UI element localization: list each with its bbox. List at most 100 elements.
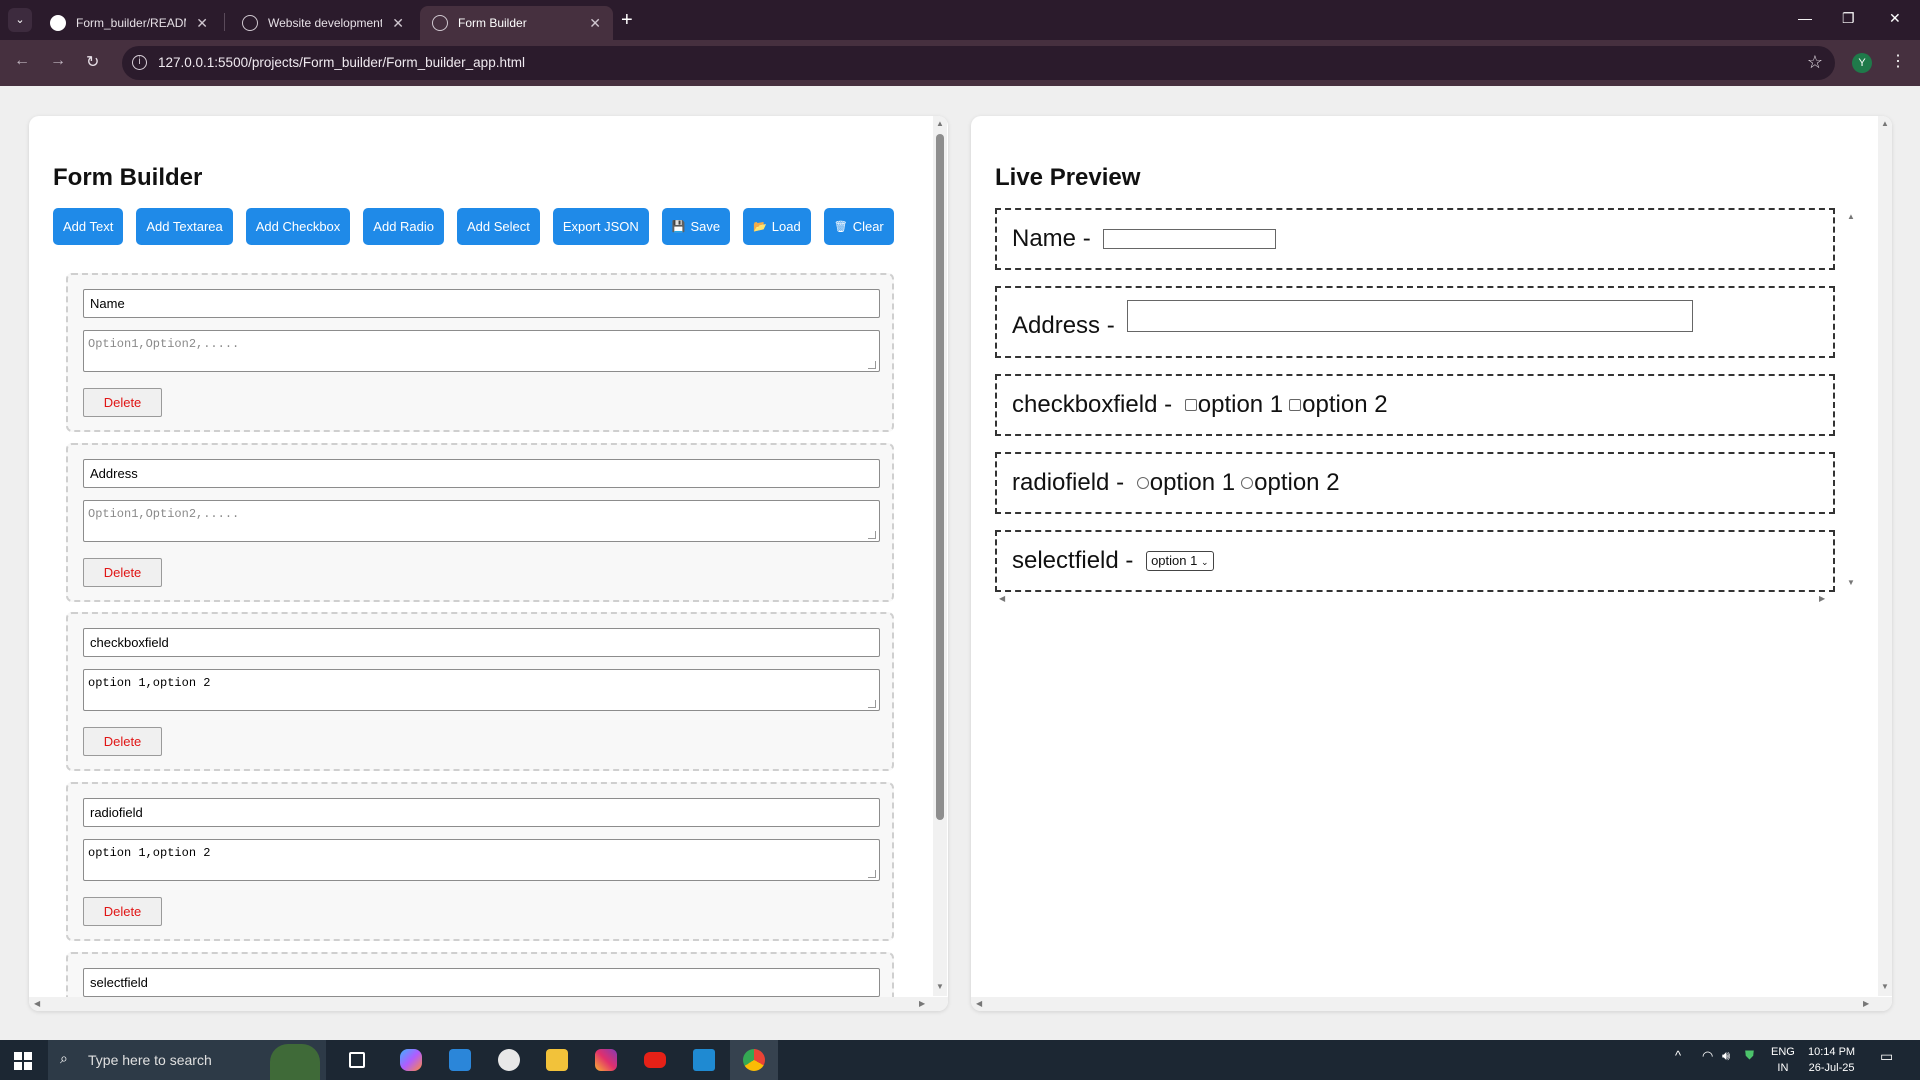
scroll-down-arrow-icon[interactable]: ▼ xyxy=(1881,982,1889,991)
delete-field-button[interactable]: Delete xyxy=(83,897,162,926)
builder-horizontal-scrollbar[interactable]: ◀ ▶ xyxy=(29,997,948,1011)
security-shield-icon[interactable]: ⛊ xyxy=(1745,1048,1754,1063)
notifications-icon[interactable]: ▭ xyxy=(1880,1048,1893,1065)
preview-select-dropdown[interactable]: option 1 ⌄ xyxy=(1146,551,1214,571)
tab-readme[interactable]: Form_builder/README.md at m ✕ xyxy=(38,6,220,40)
vscode-icon[interactable] xyxy=(693,1049,715,1071)
windows-start-icon[interactable] xyxy=(14,1052,32,1070)
tab-search-button[interactable]: ⌄ xyxy=(8,8,32,32)
add-checkbox-button[interactable]: Add Checkbox xyxy=(245,208,351,245)
field-label-input[interactable]: radiofield xyxy=(83,798,880,827)
clock-app-icon[interactable] xyxy=(498,1049,520,1071)
site-info-icon[interactable]: i xyxy=(132,55,147,70)
close-icon[interactable]: ✕ xyxy=(589,15,601,32)
microsoft-store-icon[interactable] xyxy=(449,1049,471,1071)
browser-tab-strip: ⌄ Form_builder/README.md at m ✕ Website … xyxy=(0,0,1920,40)
field-card-address: Address Option1,Option2,..... Delete xyxy=(66,443,894,602)
language-indicator[interactable]: ENG IN xyxy=(1771,1044,1795,1076)
export-json-button[interactable]: Export JSON xyxy=(552,208,649,245)
scrollbar-thumb[interactable] xyxy=(936,134,944,820)
chrome-icon[interactable] xyxy=(743,1049,765,1071)
preview-vertical-scrollbar[interactable]: ▲ ▼ xyxy=(1878,116,1892,996)
resize-handle-icon[interactable] xyxy=(868,361,876,369)
delete-field-button[interactable]: Delete xyxy=(83,558,162,587)
close-icon[interactable]: ✕ xyxy=(392,15,404,32)
save-button[interactable]: 💾 Save xyxy=(661,208,731,245)
youtube-icon[interactable] xyxy=(644,1052,666,1068)
scroll-up-arrow-icon[interactable]: ▲ xyxy=(1881,119,1889,128)
profile-avatar[interactable]: Y xyxy=(1852,53,1872,73)
scroll-right-arrow-icon[interactable]: ▶ xyxy=(919,999,925,1008)
resize-handle-icon[interactable] xyxy=(868,531,876,539)
reload-icon[interactable]: ↻ xyxy=(86,52,99,72)
close-icon[interactable]: ✕ xyxy=(196,15,208,32)
preview-field-radio: radiofield - option 1 option 2 xyxy=(995,452,1835,514)
tab-form-builder[interactable]: Form Builder ✕ xyxy=(420,6,613,40)
taskbar-search-box[interactable]: ⌕ Type here to search xyxy=(48,1040,326,1080)
bookmark-star-icon[interactable]: ☆ xyxy=(1807,52,1823,73)
separator: - xyxy=(1109,469,1131,496)
resize-handle-icon[interactable] xyxy=(868,870,876,878)
add-select-button[interactable]: Add Select xyxy=(457,208,540,245)
preview-panel: Live Preview Name - Address - checkboxfi… xyxy=(971,116,1892,1011)
builder-title: Form Builder xyxy=(53,164,203,191)
tab-website-request[interactable]: Website development request ✕ xyxy=(230,6,416,40)
minimize-icon[interactable]: — xyxy=(1798,10,1812,26)
preview-scroll-right-arrow-icon[interactable]: ▶ xyxy=(1819,594,1825,603)
url-text[interactable]: 127.0.0.1:5500/projects/Form_builder/For… xyxy=(158,55,525,70)
delete-field-button[interactable]: Delete xyxy=(83,388,162,417)
clock-date: 26-Jul-25 xyxy=(1808,1062,1855,1074)
copilot-icon[interactable] xyxy=(400,1049,422,1071)
instagram-icon[interactable] xyxy=(595,1049,617,1071)
preview-field-select: selectfield - option 1 ⌄ xyxy=(995,530,1835,592)
add-textarea-button[interactable]: Add Textarea xyxy=(136,208,233,245)
preview-text-input[interactable] xyxy=(1103,229,1277,249)
scroll-up-arrow-icon[interactable]: ▲ xyxy=(936,119,944,128)
wifi-icon[interactable]: ◠ xyxy=(1702,1048,1713,1064)
address-bar[interactable]: i 127.0.0.1:5500/projects/Form_builder/F… xyxy=(122,46,1835,80)
task-view-icon[interactable] xyxy=(349,1052,365,1068)
field-label-input[interactable]: selectfield xyxy=(83,968,880,997)
preview-scroll-left-arrow-icon[interactable]: ◀ xyxy=(999,594,1005,603)
scroll-right-arrow-icon[interactable]: ▶ xyxy=(1863,999,1869,1008)
save-label: Save xyxy=(690,219,721,234)
tab-separator xyxy=(224,13,225,31)
browser-menu-icon[interactable]: ⋮ xyxy=(1890,51,1906,71)
field-label-input[interactable]: checkboxfield xyxy=(83,628,880,657)
restore-icon[interactable]: ❐ xyxy=(1842,10,1855,27)
window-close-icon[interactable]: ✕ xyxy=(1889,10,1901,27)
checkbox-option-1[interactable] xyxy=(1184,399,1197,411)
system-clock[interactable]: 10:14 PM 26-Jul-25 xyxy=(1808,1044,1855,1076)
scroll-left-arrow-icon[interactable]: ◀ xyxy=(34,999,40,1008)
file-explorer-icon[interactable] xyxy=(546,1049,568,1071)
radio-option-1[interactable] xyxy=(1136,477,1149,489)
forward-arrow-icon[interactable]: → xyxy=(50,52,66,70)
scroll-down-arrow-icon[interactable]: ▼ xyxy=(936,982,944,991)
load-button[interactable]: 📂 Load xyxy=(743,208,811,245)
add-radio-button[interactable]: Add Radio xyxy=(363,208,445,245)
builder-vertical-scrollbar[interactable]: ▲ ▼ xyxy=(933,116,947,996)
field-label-input[interactable]: Address xyxy=(83,459,880,488)
delete-field-button[interactable]: Delete xyxy=(83,727,162,756)
resize-handle-icon[interactable] xyxy=(868,700,876,708)
checkbox-option-2[interactable] xyxy=(1289,399,1302,411)
field-label-input[interactable]: Name xyxy=(83,289,880,318)
field-options-textarea[interactable]: Option1,Option2,..... xyxy=(83,500,880,542)
tray-chevron-up-icon[interactable]: ^ xyxy=(1675,1048,1681,1063)
preview-scroll-up-arrow-icon[interactable]: ▲ xyxy=(1847,212,1855,221)
add-text-button[interactable]: Add Text xyxy=(53,208,124,245)
preview-textarea[interactable] xyxy=(1127,300,1694,332)
field-options-textarea[interactable]: option 1,option 2 xyxy=(83,669,880,711)
scroll-left-arrow-icon[interactable]: ◀ xyxy=(976,999,982,1008)
field-options-textarea[interactable]: Option1,Option2,..... xyxy=(83,330,880,372)
github-icon xyxy=(50,15,66,31)
field-options-textarea[interactable]: option 1,option 2 xyxy=(83,839,880,881)
new-tab-button[interactable]: + xyxy=(621,9,633,32)
radio-option-2[interactable] xyxy=(1241,477,1254,489)
preview-scroll-down-arrow-icon[interactable]: ▼ xyxy=(1847,578,1855,587)
preview-horizontal-scrollbar[interactable]: ◀ ▶ xyxy=(971,997,1892,1011)
windows-taskbar: ⌕ Type here to search ^ ◠ 🔊︎ ⛊ ENG IN 10… xyxy=(0,1040,1920,1080)
volume-icon[interactable]: 🔊︎ xyxy=(1722,1048,1730,1064)
clear-button[interactable]: 🗑 Clear xyxy=(823,208,894,245)
back-arrow-icon[interactable]: ← xyxy=(14,52,30,70)
